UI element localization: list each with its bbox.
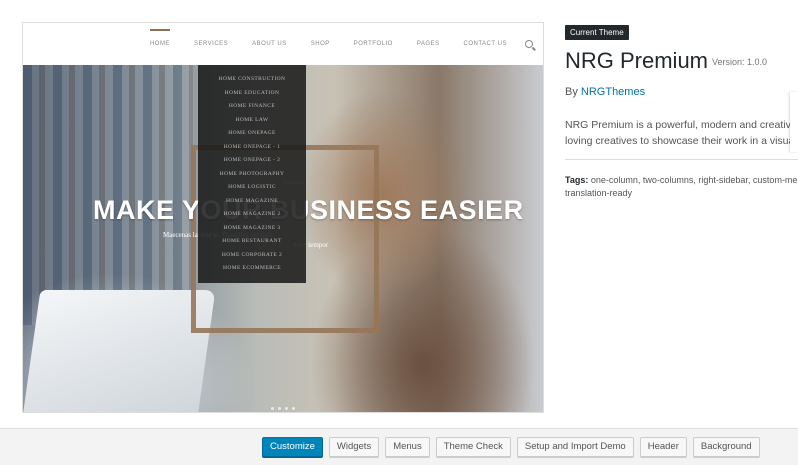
background-button[interactable]: Background [692, 437, 760, 457]
setup-import-demo-button[interactable]: Setup and Import Demo [516, 437, 634, 457]
dropdown-item: Home Magazine 2 [223, 211, 281, 217]
theme-name: NRG Premium [565, 48, 709, 73]
dropdown-item: Home Finance [228, 103, 276, 109]
theme-screenshot: Home Services About Us Shop Portfolio Pa… [22, 22, 544, 413]
dropdown-item: Home Restaurant [222, 238, 282, 244]
theme-version: Version: 1.0.0 [712, 57, 768, 68]
hero-title: MAKE YOUR BUSINESS EASIER [93, 195, 524, 225]
dropdown-item: Home Logistic [228, 184, 276, 190]
theme-actions-footer: Customize Widgets Menus Theme Check Setu… [0, 428, 798, 465]
search-icon [525, 40, 533, 48]
description-line-1: NRG Premium is a powerful, modern and cr… [565, 119, 798, 131]
dropdown-item: Home Construction [218, 76, 286, 82]
tags-line-2: translation-ready [565, 188, 633, 198]
customize-button[interactable]: Customize [262, 437, 323, 457]
slider-dot [271, 407, 274, 410]
screenshot-nav: Home Services About Us Shop Portfolio Pa… [138, 23, 533, 65]
dropdown-item: Home Photography [219, 170, 285, 177]
dropdown-item: Home Law [235, 116, 269, 123]
theme-details-modal: Home Services About Us Shop Portfolio Pa… [0, 0, 798, 465]
info-divider [565, 159, 798, 160]
nav-about: About Us [252, 41, 287, 47]
nav-shop: Shop [310, 41, 330, 47]
slider-dot [278, 407, 281, 410]
tags-label: Tags: [565, 175, 589, 185]
nav-home: Home [149, 29, 170, 47]
description-line-2: loving creatives to showcase their work … [565, 135, 798, 147]
slider-dots [271, 407, 295, 410]
nav-pages: Pages [416, 41, 440, 47]
dropdown-item: Home Onepage [228, 130, 276, 136]
theme-tags: Tags: one-column, two-columns, right-sid… [565, 174, 798, 200]
dropdown-item: Home eCommerce [222, 265, 281, 271]
theme-author: By NRGThemes [565, 86, 798, 98]
screenshot-header: Home Services About Us Shop Portfolio Pa… [23, 23, 543, 65]
nav-contact: Contact Us [463, 41, 507, 47]
dropdown-item: Home Education [224, 89, 280, 96]
author-link[interactable]: NRGThemes [581, 86, 645, 98]
nav-portfolio: Portfolio [353, 41, 393, 47]
theme-info: Current Theme NRG Premium Version: 1.0.0 … [565, 22, 798, 200]
theme-name-heading: NRG Premium Version: 1.0.0 [565, 48, 798, 74]
author-by-label: By [565, 86, 578, 98]
theme-check-button[interactable]: Theme Check [435, 437, 511, 457]
nav-services: Services [193, 41, 229, 47]
panel-scrollbar[interactable] [790, 92, 798, 152]
dropdown-item: Home Onepage - 2 [223, 157, 281, 163]
header-button[interactable]: Header [639, 437, 687, 457]
dropdown-item: Home Magazine [225, 197, 279, 204]
theme-description: NRG Premium is a powerful, modern and cr… [565, 117, 798, 149]
slider-dot [292, 407, 295, 410]
dropdown-item: Home Corporate 2 [221, 251, 283, 258]
tags-line-1: one-column, two-columns, right-sidebar, … [590, 175, 798, 185]
menus-button[interactable]: Menus [385, 437, 430, 457]
widgets-button[interactable]: Widgets [328, 437, 380, 457]
laptop-decor [23, 290, 216, 412]
home-dropdown-menu: Home Construction Home Education Home Fi… [198, 65, 306, 283]
dropdown-item: Home Magazine 3 [223, 224, 281, 231]
current-theme-badge: Current Theme [565, 25, 629, 40]
theme-actions: Customize Widgets Menus Theme Check Setu… [262, 437, 760, 457]
slider-dot [285, 407, 288, 410]
dropdown-item: Home Onepage - 1 [223, 143, 281, 150]
